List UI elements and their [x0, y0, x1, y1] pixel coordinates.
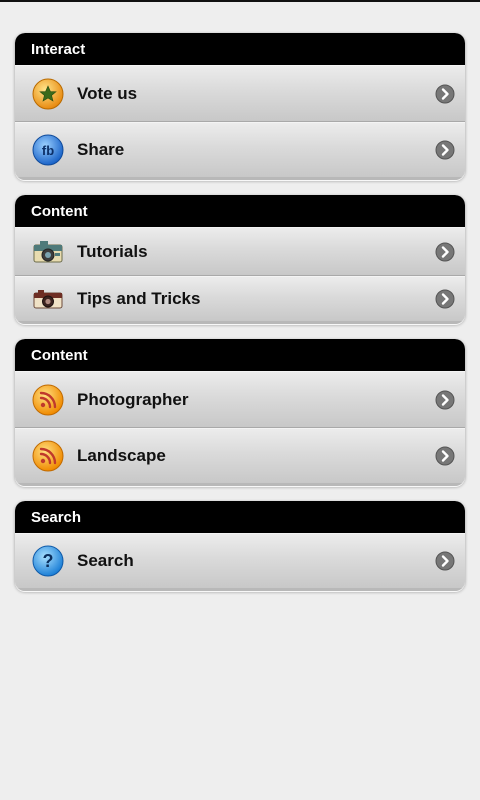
tips-and-tricks-label: Tips and Tricks [77, 289, 201, 308]
landscape-row[interactable]: Landscape [15, 428, 465, 486]
vote-us-row[interactable]: Vote us [15, 65, 465, 122]
star-badge-icon [32, 78, 64, 109]
rss-icon [32, 440, 64, 472]
section-header: Interact [15, 33, 465, 65]
rss-icon [32, 384, 64, 415]
share-row[interactable]: fb Share [15, 122, 465, 180]
section-search: Search ? Search [15, 501, 465, 591]
landscape-label: Landscape [77, 446, 166, 465]
svg-text:fb: fb [42, 143, 54, 158]
share-label: Share [77, 140, 125, 159]
chevron-right-icon[interactable] [435, 242, 455, 262]
tutorials-row[interactable]: Tutorials [15, 227, 465, 276]
tutorials-label: Tutorials [77, 241, 148, 261]
chevron-right-icon[interactable] [435, 140, 455, 160]
help-icon: ? [32, 545, 64, 577]
chevron-right-icon[interactable] [435, 390, 455, 410]
status-bar-edge [0, 0, 480, 2]
chevron-right-icon[interactable] [435, 446, 455, 466]
facebook-icon: fb [32, 134, 64, 166]
section-content: Content Tutorials Tips and Tricks [15, 195, 465, 324]
section-content-feeds: Content Photographer Landscape [15, 339, 465, 486]
svg-text:?: ? [43, 551, 54, 571]
section-interact: Interact Vote us fb Share [15, 33, 465, 180]
section-header: Content [15, 339, 465, 371]
chevron-right-icon[interactable] [435, 289, 455, 309]
vote-us-label: Vote us [77, 83, 138, 103]
photographer-label: Photographer [77, 389, 189, 409]
search-label: Search [77, 551, 134, 570]
tips-and-tricks-row[interactable]: Tips and Tricks [15, 276, 465, 324]
section-header: Content [15, 195, 465, 227]
photographer-row[interactable]: Photographer [15, 371, 465, 428]
camera-icon [33, 240, 63, 262]
section-header: Search [15, 501, 465, 533]
search-row[interactable]: ? Search [15, 533, 465, 591]
chevron-right-icon[interactable] [435, 551, 455, 571]
camera-icon [33, 290, 63, 309]
chevron-right-icon[interactable] [435, 84, 455, 104]
